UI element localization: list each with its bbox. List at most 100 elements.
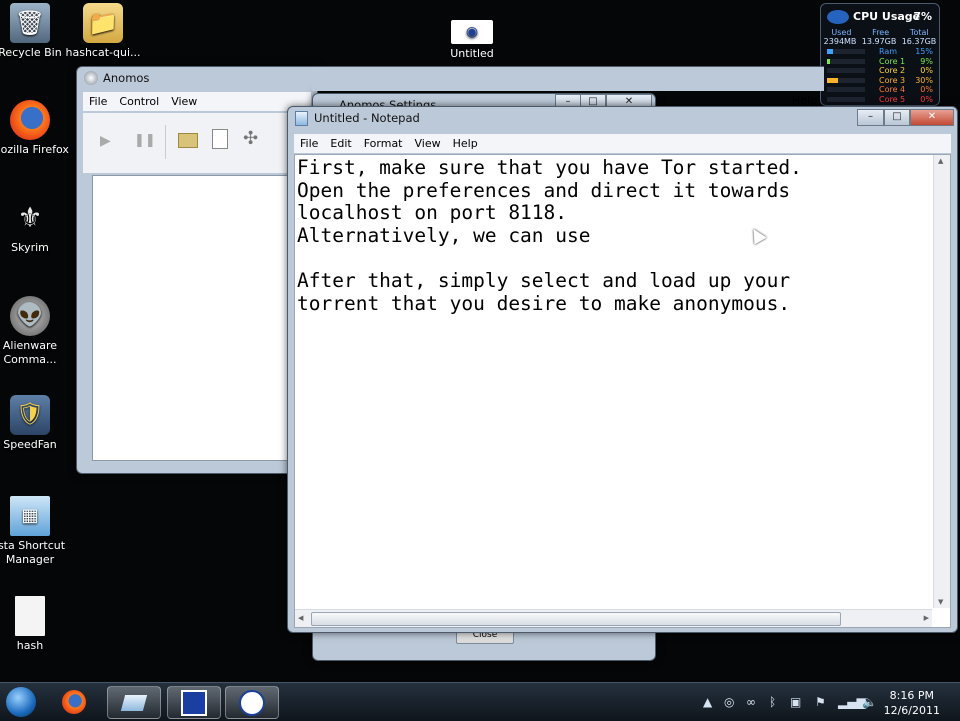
volume-icon[interactable]: 🔈 — [862, 696, 877, 708]
gadget-row: Core 2 0% — [827, 66, 933, 75]
seal-icon — [239, 689, 265, 716]
settings-icon[interactable]: ✣ — [243, 128, 258, 149]
usage-bar-fill — [827, 49, 833, 54]
notepad-text-line: localhost on port 8118. — [297, 201, 568, 225]
horizontal-scroll-thumb[interactable] — [311, 612, 841, 626]
device-icon[interactable]: ▣ — [790, 696, 801, 708]
gadget-title: CPU Usage — [853, 10, 921, 23]
horizontal-scrollbar[interactable]: ◀ ▶ — [295, 609, 932, 627]
usage-bar — [827, 77, 865, 83]
alienware-icon: 👽 — [10, 296, 50, 336]
usage-bar — [827, 87, 865, 92]
play-icon[interactable]: ▶ — [100, 133, 111, 149]
file-icon — [15, 596, 45, 636]
shortcut-manager-icon: ▦ — [10, 496, 50, 536]
usage-label: Core 1 — [879, 56, 906, 66]
desktop-icon-hashcat[interactable]: 📁 hashcat-qui... — [64, 3, 142, 60]
gadget-row: Core 4 0% — [827, 85, 933, 94]
cpu-usage-gadget[interactable]: CPU Usage 7% Used Free Total 2394MB 13.9… — [820, 3, 940, 106]
taskbar-seal[interactable] — [225, 686, 279, 719]
notepad-menu-format[interactable]: Format — [358, 137, 409, 150]
speedfan-icon: 🛡 — [10, 395, 50, 435]
usage-label: Core 3 — [879, 75, 906, 85]
show-hidden-icons-icon[interactable]: ▲ — [703, 696, 712, 708]
usage-value: 15% — [915, 47, 933, 56]
usage-label: Core 5 — [879, 94, 906, 104]
clock-time: 8:16 PM — [889, 689, 934, 702]
system-clock[interactable]: 8:16 PM 12/6/2011 — [884, 688, 940, 718]
desktop-icon-label: Alienware Comma... — [2, 339, 58, 366]
anomos-menu-control[interactable]: Control — [113, 95, 165, 108]
desktop-icon-untitled[interactable]: ◉ Untitled — [433, 20, 511, 61]
usage-value: 30% — [915, 75, 933, 85]
usage-bar-fill — [827, 58, 831, 64]
taskbar-anomos[interactable] — [167, 686, 221, 719]
notepad-window[interactable]: Untitled - Notepad – □ ✕ File Edit Forma… — [287, 106, 958, 633]
network-icon[interactable]: ◎ — [724, 696, 734, 708]
new-file-icon[interactable] — [212, 129, 228, 149]
firefox-icon — [10, 100, 50, 140]
gadget-row: Core 1 9% — [827, 57, 933, 66]
notepad-menubar: File Edit Format View Help — [294, 134, 951, 153]
anomos-menubar: File Control View — [83, 92, 311, 111]
usage-value: 9% — [920, 56, 933, 66]
bluetooth-icon[interactable]: ᛒ — [769, 696, 776, 708]
notepad-close-button[interactable]: ✕ — [910, 109, 954, 126]
anomos-menu-file[interactable]: File — [83, 95, 113, 108]
anomos-window[interactable]: Anomos File Control View ▶ ❚❚ ✣ — [76, 66, 318, 474]
desktop-icon-firefox[interactable]: Mozilla Firefox — [0, 100, 69, 157]
desktop-icon-hash[interactable]: hash — [0, 596, 69, 653]
anomos-titlebar[interactable]: Anomos — [77, 67, 317, 89]
anomos-icon — [181, 689, 207, 716]
memory-values: 2394MB 13.97GB 16.37GB — [823, 37, 937, 46]
scroll-right-arrow-icon[interactable]: ▶ — [924, 614, 929, 622]
desktop-icon-alienware[interactable]: 👽 Alienware Comma... — [0, 296, 69, 367]
desktop-icon-label: Skyrim — [11, 241, 49, 254]
desktop-icon-shortcut-manager[interactable]: ▦ ista Shortcut Manager — [0, 496, 69, 567]
scroll-up-arrow-icon[interactable]: ▲ — [938, 157, 943, 165]
notepad-text-area[interactable]: First, make sure that you have Tor start… — [294, 154, 951, 628]
notepad-menu-file[interactable]: File — [294, 137, 324, 150]
document-icon: ◉ — [451, 20, 493, 44]
gadget-row: Ram 15% — [827, 47, 933, 56]
scroll-left-arrow-icon[interactable]: ◀ — [298, 614, 303, 622]
desktop-icon-speedfan[interactable]: 🛡 SpeedFan — [0, 395, 69, 452]
notepad-text-line — [297, 248, 917, 271]
anomos-toolbar: ▶ ❚❚ ✣ — [83, 113, 311, 173]
vertical-scrollbar[interactable]: ▲ ▼ — [933, 155, 950, 608]
gadget-total-pct: 7% — [913, 10, 932, 23]
notepad-maximize-button[interactable]: □ — [884, 109, 910, 126]
usage-label: Core 2 — [879, 66, 906, 75]
flag-icon[interactable]: ⚑ — [815, 696, 826, 708]
notepad-menu-edit[interactable]: Edit — [324, 137, 357, 150]
usage-bar — [827, 49, 865, 54]
gadget-row: Core 5 0% — [827, 95, 933, 104]
desktop-icon-skyrim[interactable]: ⚜ Skyrim — [0, 198, 69, 255]
notepad-text-content: First, make sure that you have Tor start… — [297, 156, 917, 316]
pause-icon[interactable]: ❚❚ — [134, 133, 156, 148]
notepad-menu-help[interactable]: Help — [447, 137, 484, 150]
sync-icon[interactable]: ∞ — [746, 696, 756, 708]
anomos-torrent-list[interactable] — [92, 175, 294, 461]
anomos-menu-view[interactable]: View — [165, 95, 203, 108]
usage-bar-fill — [827, 77, 839, 83]
taskbar-firefox[interactable] — [48, 686, 100, 717]
notepad-text-line: Open the preferences and direct it towar… — [297, 178, 791, 202]
desktop-icon-label: Mozilla Firefox — [0, 143, 69, 156]
start-button[interactable] — [2, 686, 40, 717]
usage-bar — [827, 96, 865, 102]
notepad-text-line: After that, simply select and load up yo… — [297, 269, 791, 293]
notepad-text-line: torrent that you desire to make anonymou… — [297, 292, 791, 316]
usage-value: 0% — [920, 94, 933, 104]
taskbar-notepad[interactable] — [107, 686, 161, 719]
desktop-icon-label: ista Shortcut Manager — [0, 539, 66, 566]
scroll-down-arrow-icon[interactable]: ▼ — [938, 598, 943, 606]
notepad-title: Untitled - Notepad — [314, 111, 420, 125]
open-folder-icon[interactable] — [178, 133, 198, 148]
folder-icon: 📁 — [83, 3, 123, 43]
desktop-icon-label: hashcat-qui... — [65, 46, 141, 59]
desktop-icon-recycle-bin[interactable]: 🗑 Recycle Bin — [0, 3, 69, 60]
notepad-minimize-button[interactable]: – — [857, 109, 884, 126]
desktop-icon-label: Recycle Bin — [0, 46, 62, 59]
notepad-menu-view[interactable]: View — [409, 137, 447, 150]
